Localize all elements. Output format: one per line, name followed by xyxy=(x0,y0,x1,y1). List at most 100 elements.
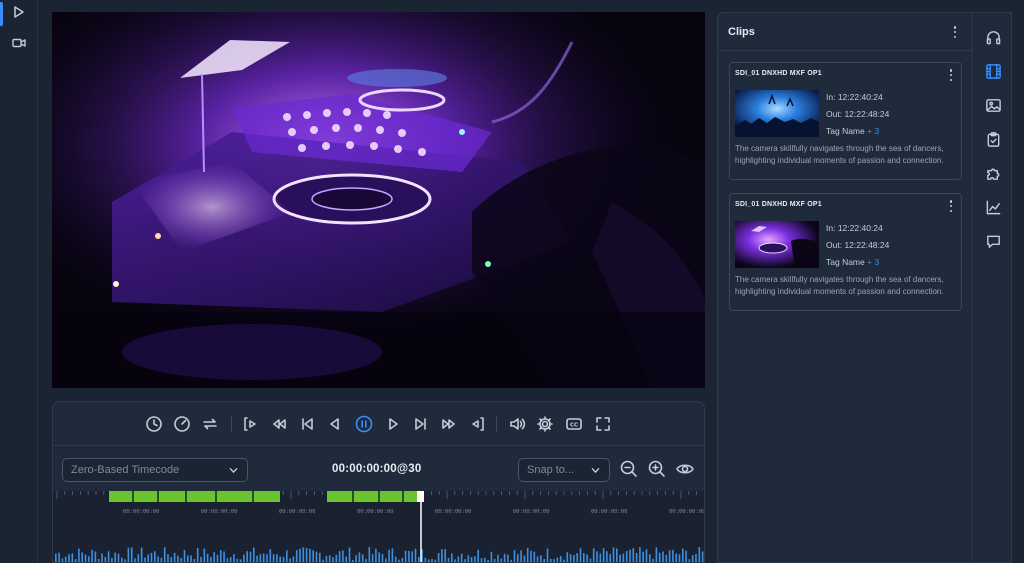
waveform-bar xyxy=(266,554,268,562)
clip-menu-button[interactable] xyxy=(946,199,956,213)
kebab-menu-icon xyxy=(953,26,957,29)
playhead-handle[interactable] xyxy=(417,491,424,502)
waveform-bar xyxy=(503,553,506,562)
clip-card[interactable]: SDI_01 DNXHD MXF OP1 In: 12:22:40:24 Out… xyxy=(729,193,962,311)
clips-menu-button[interactable] xyxy=(950,25,960,39)
play-nav-button[interactable] xyxy=(0,0,38,28)
settings-button[interactable] xyxy=(535,414,555,434)
zoom-out-button[interactable] xyxy=(619,459,639,479)
waveform-bar xyxy=(451,553,453,562)
tasks-panel-button[interactable] xyxy=(983,129,1003,149)
waveform-bar xyxy=(309,548,311,562)
step-back-icon xyxy=(330,418,339,430)
waveform-bar xyxy=(286,550,288,562)
waveform-bar xyxy=(635,552,638,562)
waveform-bar xyxy=(325,555,328,562)
waveform-bar xyxy=(639,547,641,562)
zoom-in-button[interactable] xyxy=(647,459,667,479)
clip-segment[interactable] xyxy=(327,491,421,502)
step-forward-button[interactable] xyxy=(383,414,403,434)
waveform-bar xyxy=(312,550,314,562)
clip-segment[interactable] xyxy=(109,491,280,502)
images-panel-button[interactable] xyxy=(983,95,1003,115)
waveform-bar xyxy=(84,554,87,562)
clip-in: In: 12:22:40:24 xyxy=(826,92,883,102)
waveform-bar xyxy=(394,556,397,562)
waveform-bar xyxy=(236,558,239,562)
closed-captions-button[interactable]: CC xyxy=(564,414,584,434)
mark-out-icon xyxy=(472,417,484,431)
audio-panel-button[interactable] xyxy=(983,27,1003,47)
visibility-toggle[interactable] xyxy=(675,459,695,479)
waveform-bar xyxy=(701,551,704,562)
camera-nav-button[interactable] xyxy=(0,31,38,59)
waveform-bar xyxy=(200,556,202,562)
waveform-bar xyxy=(183,549,186,562)
waveform-bar xyxy=(404,550,407,562)
skip-end-button[interactable] xyxy=(411,414,431,434)
waveform-bar xyxy=(388,549,390,562)
fast-forward-button[interactable] xyxy=(439,414,459,434)
tag-more-link[interactable]: + 3 xyxy=(867,257,879,267)
waveform-bar xyxy=(546,548,549,562)
waveform-bar xyxy=(530,550,532,562)
waveform-bar xyxy=(682,548,684,562)
comments-panel-button[interactable] xyxy=(983,231,1003,251)
pause-button[interactable] xyxy=(354,414,374,434)
waveform-bar xyxy=(107,551,110,562)
waveform-bar xyxy=(61,558,64,562)
waveform-bar xyxy=(523,555,526,562)
puzzle-icon xyxy=(986,168,999,180)
timecode-mode-select[interactable]: Zero-Based Timecode xyxy=(62,458,248,482)
fullscreen-button[interactable] xyxy=(593,414,613,434)
waveform-bar xyxy=(345,556,347,562)
chevron-down-icon xyxy=(229,468,238,474)
waveform-bar xyxy=(243,554,245,562)
waveform-bar xyxy=(668,550,671,562)
clips-panel-button[interactable] xyxy=(983,61,1003,81)
waveform-bar xyxy=(262,553,265,562)
waveform-bar xyxy=(484,557,486,562)
playback-speed-button[interactable] xyxy=(172,414,192,434)
rewind-button[interactable] xyxy=(269,414,289,434)
loop-button[interactable] xyxy=(200,414,220,434)
waveform-bar xyxy=(282,556,285,562)
pause-icon xyxy=(355,415,373,433)
waveform-bar xyxy=(526,547,529,562)
plugins-panel-button[interactable] xyxy=(983,163,1003,183)
clips-title: Clips xyxy=(728,25,755,38)
step-back-button[interactable] xyxy=(325,414,345,434)
mark-out-button[interactable] xyxy=(467,414,487,434)
waveform-bar xyxy=(361,554,364,562)
waveform-bar xyxy=(622,553,625,562)
timeline-track[interactable]: 00:00:00:00 00:00:00:00 00:00:00:00 00:00:0… xyxy=(53,491,705,562)
waveform-bar xyxy=(559,556,562,562)
waveform-bar xyxy=(173,552,176,562)
waveform-bar xyxy=(583,553,585,562)
video-viewport[interactable] xyxy=(52,12,705,388)
analytics-panel-button[interactable] xyxy=(983,197,1003,217)
waveform-bar xyxy=(220,550,222,562)
clip-card[interactable]: SDI_01 DNXHD MXF OP1 In: 12:22:40:24 Out… xyxy=(729,62,962,180)
tag-more-link[interactable]: + 3 xyxy=(867,126,879,136)
waveform-bar xyxy=(130,547,133,562)
waveform-bar xyxy=(167,554,169,562)
mark-in-button[interactable] xyxy=(241,414,261,434)
waveform-bar xyxy=(289,558,291,562)
volume-button[interactable] xyxy=(507,414,527,434)
zoom-out-icon xyxy=(620,460,637,477)
skip-start-button[interactable] xyxy=(297,414,317,434)
waveform-bar xyxy=(210,556,212,562)
waveform-bar xyxy=(427,559,430,562)
waveform-bar xyxy=(576,552,578,562)
clip-menu-button[interactable] xyxy=(946,68,956,82)
timeline-tick-label: 00:00:00:00 xyxy=(669,509,705,515)
transport-panel: CC Zero-Based Timecode 00:00:00:00@30 Sn… xyxy=(52,401,705,563)
snap-to-select[interactable]: Snap to... xyxy=(518,458,610,482)
waveform-bar xyxy=(74,558,77,562)
clock-button[interactable] xyxy=(144,414,164,434)
waveform-bar xyxy=(295,550,298,562)
settings-icon xyxy=(537,416,553,432)
comment-icon xyxy=(986,235,1000,248)
waveform-bar xyxy=(368,547,371,562)
